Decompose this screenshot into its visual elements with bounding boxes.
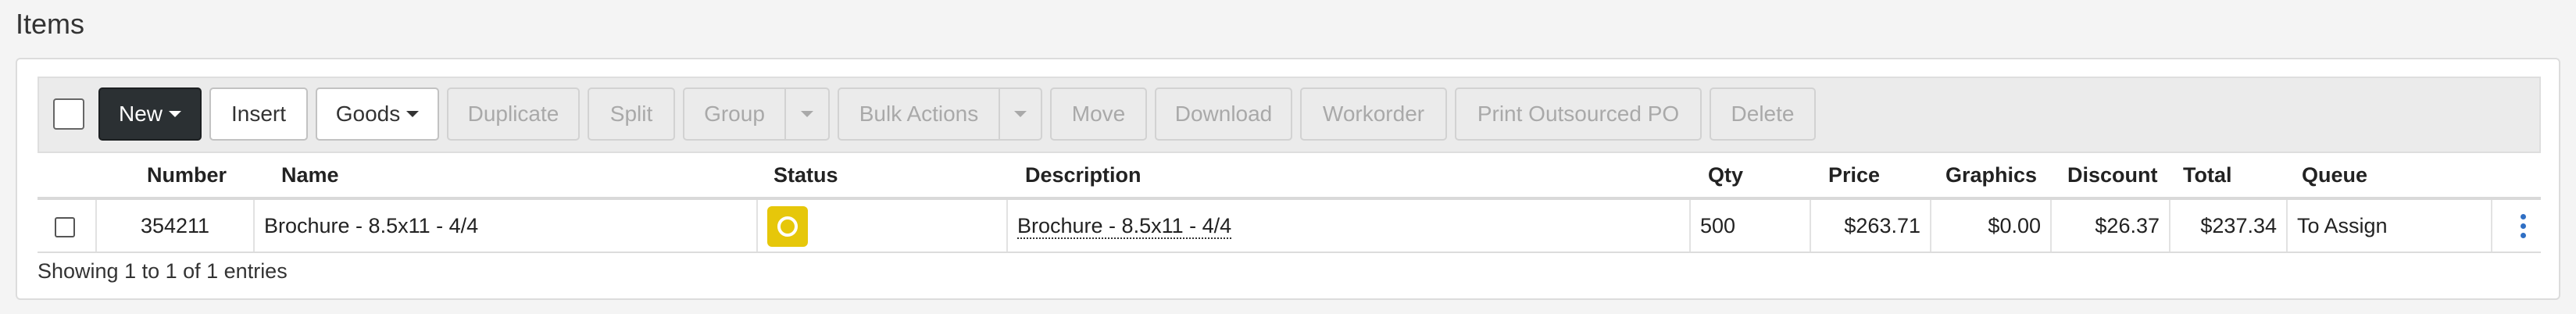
column-header-qty[interactable]: Qty: [1708, 153, 1743, 197]
new-button[interactable]: New: [98, 87, 202, 141]
group-dropdown-toggle[interactable]: [784, 87, 830, 141]
workorder-button[interactable]: Workorder: [1300, 87, 1447, 141]
split-button[interactable]: Split: [588, 87, 675, 141]
bulk-actions-button[interactable]: Bulk Actions: [838, 87, 1000, 141]
delete-button-label: Delete: [1731, 102, 1795, 126]
column-header-queue[interactable]: Queue: [2302, 153, 2367, 197]
column-header-description[interactable]: Description: [1025, 153, 1142, 197]
move-button[interactable]: Move: [1050, 87, 1147, 141]
goods-button[interactable]: Goods: [316, 87, 439, 141]
items-panel: New Insert Goods Duplicate Split Group B…: [16, 58, 2560, 300]
workorder-button-label: Workorder: [1322, 102, 1425, 126]
split-button-label: Split: [609, 102, 653, 126]
column-header-total[interactable]: Total: [2183, 153, 2232, 197]
table-row[interactable]: 354211 Brochure - 8.5x11 - 4/4 Brochure …: [38, 200, 2541, 253]
row-description-cell: Brochure - 8.5x11 - 4/4: [1008, 200, 1691, 252]
bulk-actions-button-label: Bulk Actions: [859, 102, 979, 126]
insert-button-label: Insert: [230, 102, 287, 126]
insert-button[interactable]: Insert: [209, 87, 308, 141]
items-toolbar: New Insert Goods Duplicate Split Group B…: [38, 77, 2541, 153]
row-description[interactable]: Brochure - 8.5x11 - 4/4: [1017, 214, 1232, 239]
print-outsourced-po-button-label: Print Outsourced PO: [1477, 102, 1680, 126]
column-header-name[interactable]: Name: [281, 153, 339, 197]
row-price: $263.71: [1811, 200, 1931, 252]
print-outsourced-po-button[interactable]: Print Outsourced PO: [1455, 87, 1702, 141]
column-header-status[interactable]: Status: [774, 153, 838, 197]
row-status-cell: [758, 200, 1008, 252]
column-header-number[interactable]: Number: [147, 153, 227, 197]
new-button-label: New: [118, 102, 163, 126]
row-qty: 500: [1691, 200, 1811, 252]
table-header: Number Name Status Description Qty Price…: [38, 153, 2541, 200]
duplicate-button[interactable]: Duplicate: [447, 87, 580, 141]
column-header-price[interactable]: Price: [1828, 153, 1880, 197]
row-actions-cell: [2492, 200, 2541, 252]
group-button[interactable]: Group: [683, 87, 786, 141]
column-header-discount[interactable]: Discount: [2067, 153, 2158, 197]
status-circle-icon[interactable]: [767, 206, 808, 247]
download-button[interactable]: Download: [1155, 87, 1292, 141]
move-button-label: Move: [1071, 102, 1126, 126]
status-ring-icon: [777, 216, 798, 237]
duplicate-button-label: Duplicate: [467, 102, 559, 126]
group-button-label: Group: [704, 102, 765, 126]
more-options-icon[interactable]: [2519, 214, 2527, 239]
row-checkbox[interactable]: [55, 217, 75, 237]
delete-button[interactable]: Delete: [1710, 87, 1816, 141]
select-all-checkbox[interactable]: [53, 98, 84, 130]
download-button-label: Download: [1174, 102, 1273, 126]
goods-button-label: Goods: [335, 102, 401, 126]
row-total: $237.34: [2170, 200, 2288, 252]
row-discount: $26.37: [2052, 200, 2170, 252]
table-info: Showing 1 to 1 of 1 entries: [38, 259, 288, 283]
bulk-actions-dropdown-toggle[interactable]: [999, 87, 1042, 141]
row-graphics: $0.00: [1931, 200, 2052, 252]
chevron-down-icon: [169, 111, 181, 117]
chevron-down-icon: [406, 111, 420, 117]
row-queue: To Assign: [2288, 200, 2492, 252]
row-name: Brochure - 8.5x11 - 4/4: [255, 200, 758, 252]
chevron-down-icon: [1014, 111, 1027, 117]
column-header-graphics[interactable]: Graphics: [1945, 153, 2037, 197]
row-number: 354211: [97, 200, 255, 252]
page-title: Items: [16, 8, 85, 40]
row-select-cell: [38, 200, 97, 252]
chevron-down-icon: [801, 111, 813, 117]
